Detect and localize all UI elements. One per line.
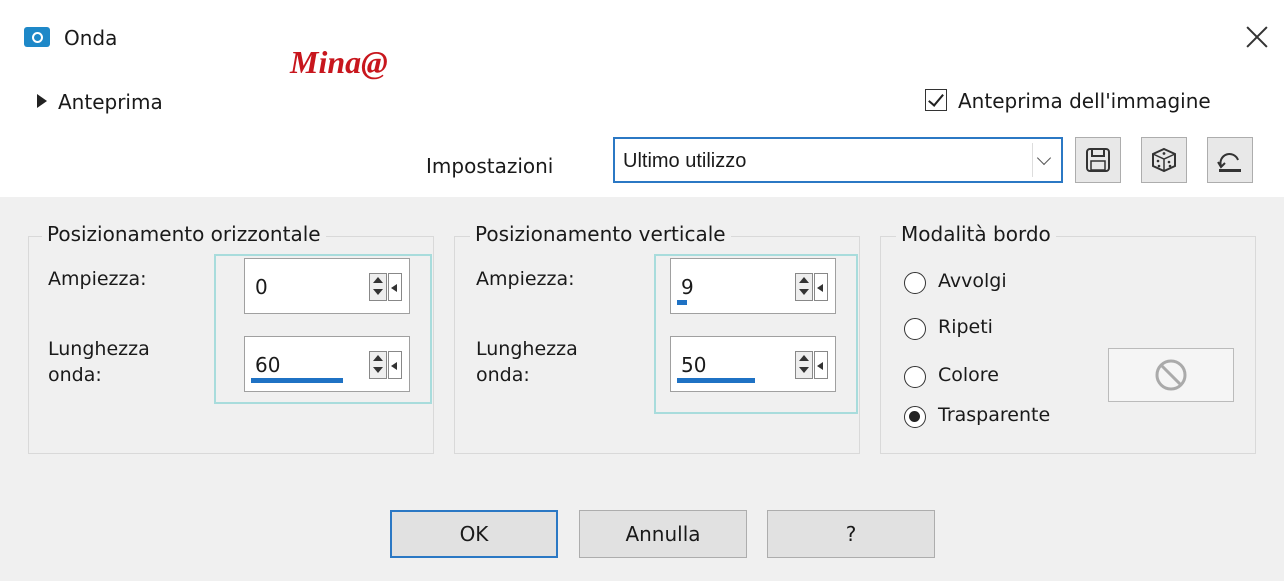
randomize-button[interactable] [1141,137,1187,183]
close-icon[interactable] [1242,22,1272,52]
help-button[interactable]: ? [767,510,935,558]
v-wavelength-value: 50 [681,353,707,377]
h-amplitude-value: 0 [255,275,268,299]
no-color-icon [1155,359,1187,391]
expand-triangle-icon[interactable] [37,94,47,108]
radio-ripeti[interactable] [904,318,926,340]
settings-selected: Ultimo utilizzo [623,150,747,172]
h-wavelength-label-2: onda: [48,364,102,386]
v-wavelength-spinner[interactable]: 50 [670,336,836,392]
spinner-arrows-icon[interactable] [795,273,829,301]
h-amplitude-label: Ampiezza: [48,268,147,290]
settings-dropdown[interactable]: Ultimo utilizzo [613,137,1063,183]
spinner-arrows-icon[interactable] [795,351,829,379]
h-wavelength-spinner[interactable]: 60 [244,336,410,392]
v-amplitude-spinner[interactable]: 9 [670,258,836,314]
image-preview-label: Anteprima dell'immagine [958,89,1211,113]
image-preview-checkbox[interactable] [925,89,947,111]
cancel-button[interactable]: Annulla [579,510,747,558]
radio-avvolgi-label: Avvolgi [938,270,1007,292]
chevron-down-icon [1032,143,1057,177]
h-wavelength-label-1: Lunghezza [48,338,150,360]
horizontal-legend: Posizionamento orizzontale [42,222,326,246]
settings-label: Impostazioni [426,154,554,178]
radio-trasparente[interactable] [904,406,926,428]
v-wavelength-label-2: onda: [476,364,530,386]
h-wavelength-value: 60 [255,353,281,377]
watermark-logo: Mina@ [290,44,388,80]
reset-button[interactable] [1207,137,1253,183]
v-wavelength-slider[interactable] [677,378,755,383]
spinner-arrows-icon[interactable] [369,273,403,301]
vertical-legend: Posizionamento verticale [470,222,731,246]
radio-colore[interactable] [904,366,926,388]
reset-icon [1217,153,1241,172]
edge-mode-legend: Modalità bordo [896,222,1056,246]
save-icon [1086,148,1110,172]
color-swatch[interactable] [1108,348,1234,402]
radio-trasparente-label: Trasparente [938,404,1051,426]
radio-colore-label: Colore [938,364,999,386]
window-title: Onda [64,26,118,50]
save-preset-button[interactable] [1075,137,1121,183]
radio-avvolgi[interactable] [904,272,926,294]
h-amplitude-spinner[interactable]: 0 [244,258,410,314]
preview-toggle[interactable]: Anteprima [58,90,163,114]
radio-ripeti-label: Ripeti [938,316,993,338]
h-wavelength-slider[interactable] [251,378,343,383]
spinner-arrows-icon[interactable] [369,351,403,379]
ok-button[interactable]: OK [390,510,558,558]
v-amplitude-slider[interactable] [677,300,687,305]
dice-icon [1152,147,1176,173]
v-amplitude-label: Ampiezza: [476,268,575,290]
camera-icon [24,27,50,47]
v-amplitude-value: 9 [681,275,694,299]
edge-mode-group [880,236,1256,454]
v-wavelength-label-1: Lunghezza [476,338,578,360]
